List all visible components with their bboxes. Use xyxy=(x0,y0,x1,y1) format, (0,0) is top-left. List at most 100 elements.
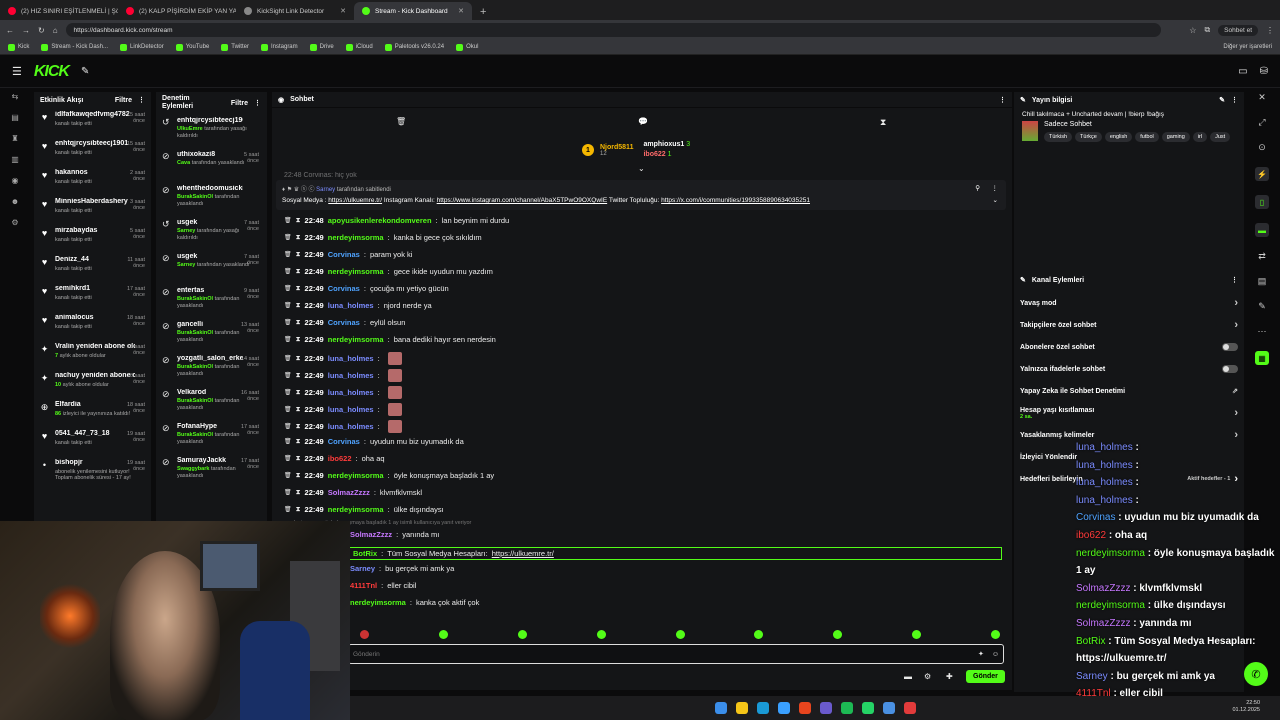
emote-icon[interactable] xyxy=(596,630,606,639)
chat-message[interactable]: 🗑 ⧗ 22:49 luna_holmes: xyxy=(284,420,402,433)
forward-icon[interactable]: → xyxy=(22,26,30,35)
timer-icon[interactable]: ⧗ xyxy=(296,472,301,480)
more-icon[interactable]: ⋮ xyxy=(138,96,145,104)
taskbar-app-icon[interactable] xyxy=(735,702,748,714)
whatsapp-icon[interactable]: ✆ xyxy=(1244,662,1268,686)
external-link-icon[interactable]: ⇗ xyxy=(1232,387,1238,395)
more-icon[interactable]: ⋮ xyxy=(254,99,261,107)
tag-chip[interactable]: english xyxy=(1104,132,1133,142)
layout-icon[interactable]: ▭ xyxy=(1238,66,1247,77)
moderation-filter-button[interactable]: Filtre xyxy=(231,100,248,107)
emote-icon[interactable] xyxy=(675,630,685,639)
trash-icon[interactable]: 🗑 xyxy=(284,372,292,379)
bookmark-item[interactable]: LinkDetector xyxy=(120,43,164,51)
emote-icon[interactable] xyxy=(360,630,369,639)
taskbar-app-icon[interactable] xyxy=(819,702,832,714)
taskbar-app-icon[interactable] xyxy=(798,702,811,714)
collapse-icon[interactable]: ⇆ xyxy=(12,92,19,101)
chat-message[interactable]: 🗑 ⧗ 22:49 Corvinas: çocuğa mı yetiyo gücün xyxy=(284,284,449,293)
message-user[interactable]: nerdeyimsorma xyxy=(350,598,406,607)
trash-icon[interactable]: 🗑 xyxy=(284,319,292,326)
trash-icon[interactable]: 🗑 xyxy=(284,302,292,309)
chat-bubble-icon[interactable]: ▬ xyxy=(904,672,912,681)
activity-item[interactable]: ♥ enhtqjrcysibteecj1901 kanalı takip etti 1… xyxy=(34,137,151,166)
toggle-switch[interactable] xyxy=(1222,343,1238,351)
trash-icon[interactable]: 🗑 xyxy=(284,217,292,224)
activity-item[interactable]: ♥ hakannos kanalı takip etti 2 saat önce xyxy=(34,166,151,195)
timer-icon[interactable]: ⧗ xyxy=(296,302,301,310)
edit-icon[interactable]: ✎ xyxy=(1219,96,1225,104)
timer-icon[interactable]: ⧗ xyxy=(296,455,301,463)
activity-item[interactable]: ♥ Denizz_44 kanalı takip etti 11 saat önce xyxy=(34,253,151,282)
chat-message[interactable]: 🗑 ⧗ 22:49 Corvinas: uyudun mu biz uyumadık d… xyxy=(284,437,464,446)
timer-icon[interactable]: ⧗ xyxy=(296,372,301,380)
timer-icon[interactable]: ⧗ xyxy=(296,406,301,414)
speech-icon[interactable]: 💬 xyxy=(638,117,648,126)
moderation-item[interactable]: ↺ enhtqjrcysibteecj1901 UlkuEmre tarafında… xyxy=(156,114,267,148)
chat-message[interactable]: 🗑 ⧗ 22:49 luna_holmes: njord nerde ya xyxy=(284,301,432,310)
activity-item[interactable]: ♥ idlfafkawqedfvmg4782 kanalı takip etti 15… xyxy=(34,108,151,137)
timer-icon[interactable]: ⧗ xyxy=(296,268,301,276)
back-icon[interactable]: ← xyxy=(6,26,14,35)
message-user[interactable]: luna_holmes xyxy=(328,301,374,310)
settings-icon[interactable]: ⚙ xyxy=(11,218,18,227)
close-icon[interactable]: ✕ xyxy=(458,7,464,15)
chat-message[interactable]: 4111Tnl: eller cibil xyxy=(350,581,416,590)
users-icon[interactable]: ▥ xyxy=(11,155,19,164)
bookmark-item[interactable]: Twitter xyxy=(221,43,249,51)
trash-icon[interactable]: 🗑 xyxy=(284,234,292,241)
channel-option[interactable]: Yapay Zeka ile Sohbet Denetimi ⇗ xyxy=(1014,380,1244,402)
chat-message[interactable]: 🗑 ⧗ 22:48 apoyusikenlerekondomveren: lan bey… xyxy=(284,216,509,225)
dashboard-icon[interactable]: ▤ xyxy=(11,113,19,122)
browser-tab[interactable]: Stream - Kick Dashboard ✕ xyxy=(354,2,472,20)
pinned-link-3[interactable]: https://x.com/i/communities/199335889063… xyxy=(661,197,810,204)
channel-option[interactable]: Yalnızca ifadelerle sohbet xyxy=(1014,358,1244,380)
bookmark-item[interactable]: iCloud xyxy=(345,43,373,51)
timer-icon[interactable]: ⧗ xyxy=(296,285,301,293)
storage-icon[interactable]: ⛁ xyxy=(1260,66,1268,77)
chat-message[interactable]: 🗑 ⧗ 22:49 Corvinas: param yok ki xyxy=(284,250,412,259)
emote-icon[interactable] xyxy=(517,630,527,639)
taskbar-app-icon[interactable] xyxy=(714,702,727,714)
tool-icon[interactable]: ✎ xyxy=(1258,301,1266,312)
arrows-icon[interactable]: ⇄ xyxy=(1258,251,1266,262)
message-user[interactable]: luna_holmes xyxy=(328,388,374,397)
message-user[interactable]: Corvinas xyxy=(328,437,360,446)
message-link[interactable]: https://ulkuemre.tr/ xyxy=(492,549,554,558)
message-user[interactable]: nerdeyimsorma xyxy=(328,505,384,514)
trash-icon[interactable]: 🗑 xyxy=(284,355,292,362)
chat-message[interactable]: 🗑 ⧗ 22:49 nerdeyimsorma: gece ikide uyudun m… xyxy=(284,267,493,276)
emote-icon[interactable] xyxy=(438,630,448,639)
trash-icon[interactable]: 🗑 xyxy=(396,117,406,126)
hourglass-icon[interactable]: ⧗ xyxy=(880,117,886,128)
bookmark-item[interactable]: Kick xyxy=(8,43,29,51)
star-icon[interactable]: ☆ xyxy=(1189,26,1196,35)
chat-message[interactable]: 🗑 ⧗ 22:49 Corvinas: eylül olsun xyxy=(284,318,405,327)
message-user[interactable]: Corvinas xyxy=(328,284,360,293)
reload-icon[interactable]: ↻ xyxy=(38,26,45,35)
emote-icon[interactable] xyxy=(991,630,1000,639)
chat-message[interactable]: Sarney: bu gerçek mi amk ya xyxy=(350,564,454,573)
more-icon[interactable]: ⋮ xyxy=(999,96,1006,104)
channel-option[interactable]: Hesap yaşı kısıtlaması 2 sa. › xyxy=(1014,402,1244,424)
activity-item[interactable]: ✦Vralin yeniden abone oldu!7 aylık abone… xyxy=(34,340,151,369)
home-icon[interactable]: ⌂ xyxy=(53,26,58,35)
profile-button[interactable]: Sohbet et xyxy=(1218,24,1258,36)
channel-option[interactable]: Abonelere özel sohbet xyxy=(1014,336,1244,358)
expand-icon[interactable]: ⤢ xyxy=(1258,117,1265,128)
bookmark-item[interactable]: YouTube xyxy=(175,43,209,51)
activity-item[interactable]: ♥ 0541_447_73_18 kanalı takip etti 19 saat … xyxy=(34,427,151,456)
pinned-link-1[interactable]: https://ulkuemre.tr/ xyxy=(328,197,382,204)
chat-message[interactable]: 🗑 ⧗ 22:49 nerdeyimsorma: bana dediki hayır s… xyxy=(284,335,496,344)
message-user[interactable]: ibo622 xyxy=(328,454,352,463)
tag-chip[interactable]: futbol xyxy=(1135,132,1159,142)
chat-message[interactable]: 🗑 ⧗ 22:49 nerdeyimsorma: ülke dışındaysı xyxy=(284,505,444,514)
bookmark-item[interactable]: Stream - Kick Dash... xyxy=(41,43,108,51)
more-icon[interactable]: ⋮ xyxy=(1231,96,1238,104)
pin-icon[interactable]: ✎ xyxy=(81,66,89,77)
sparkle-icon[interactable]: ✦ xyxy=(978,650,984,658)
timer-icon[interactable]: ⧗ xyxy=(296,438,301,446)
trash-icon[interactable]: 🗑 xyxy=(284,472,292,479)
chevron-right-icon[interactable]: › xyxy=(1234,297,1238,309)
menu-icon[interactable]: ⋮ xyxy=(1266,26,1274,35)
